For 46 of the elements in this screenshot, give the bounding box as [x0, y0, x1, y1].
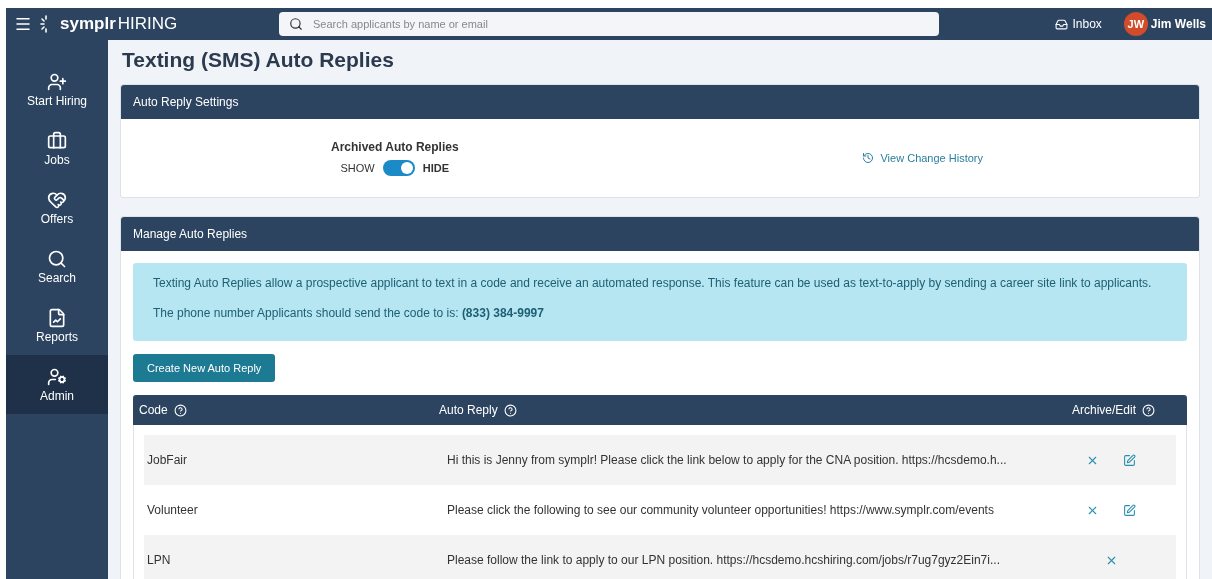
sidebar-item[interactable]: Jobs	[6, 119, 108, 178]
toggle-label: Archived Auto Replies	[331, 140, 459, 154]
search-icon	[47, 248, 67, 269]
sidebar-item[interactable]: Reports	[6, 296, 108, 355]
user-avatar[interactable]: JW	[1123, 12, 1148, 36]
column-header: Auto Reply	[439, 403, 498, 418]
card-header: Manage Auto Replies	[121, 217, 1199, 251]
help-icon[interactable]	[1142, 403, 1155, 417]
sidebar-item[interactable]: Start Hiring	[6, 60, 108, 119]
search-icon	[289, 17, 303, 31]
column-header: Code	[139, 403, 168, 418]
help-icon[interactable]	[503, 403, 517, 417]
sidebar-item[interactable]: Admin	[6, 355, 108, 414]
table-cell-text: Volunteer	[147, 503, 199, 518]
history-icon	[862, 152, 875, 164]
hide-label: HIDE	[422, 162, 450, 174]
info-text: Texting Auto Replies allow a prospective applicant to text in a code and receive an automated response. This feature can be used as text-to-apply by sending a career site link to applicants.	[153, 275, 1153, 292]
search-field[interactable]: Search applicants by name or email	[279, 12, 939, 36]
table-cell-text: Hi this is Jenny from symplr! Please click the link below to apply for the CNA position. https://hcsdemo.h...	[447, 453, 1008, 468]
product-name: HIRING	[117, 14, 178, 34]
change-history-link[interactable]: View Change History	[862, 152, 983, 164]
menu-icon[interactable]	[14, 15, 32, 33]
help-icon[interactable]	[173, 403, 187, 417]
edit-icon[interactable]	[1123, 453, 1136, 467]
sidebar-item[interactable]: Search	[6, 237, 108, 296]
card-header: Auto Reply Settings	[121, 85, 1199, 119]
user-plus-icon	[47, 71, 67, 92]
show-label: SHOW	[340, 162, 375, 174]
table-cell-text: Please click the following to see our community volunteer opportunities! https://www.symplr.com/events	[447, 503, 995, 518]
page-title: Texting (SMS) Auto Replies	[122, 48, 395, 72]
toggle-switch[interactable]	[382, 160, 415, 176]
table-cell-text: JobFair	[147, 453, 188, 468]
briefcase-icon	[47, 130, 67, 151]
info-text: The phone number Applicants should send the code to is: (833) 384-9997	[153, 305, 545, 322]
inbox-icon	[1054, 17, 1068, 31]
create-button[interactable]: Create New Auto Reply	[133, 354, 276, 383]
sidebar-item[interactable]: Offers	[6, 178, 108, 237]
brand-logo: symplr	[60, 14, 116, 34]
chart-document-icon	[47, 307, 67, 328]
edit-icon[interactable]	[1123, 503, 1136, 517]
column-header: Archive/Edit	[1071, 403, 1136, 418]
user-gear-icon	[47, 366, 67, 387]
inbox-link[interactable]: Inbox	[1054, 17, 1102, 31]
user-name[interactable]: Jim Wells	[1150, 17, 1206, 31]
table-cell-text: Please follow the link to apply to our LPN position. https://hcsdemo.hcshiring.com/jobs/r7ug7gyz2Ein7i...	[447, 553, 1001, 568]
table-cell-text: LPN	[147, 553, 172, 568]
